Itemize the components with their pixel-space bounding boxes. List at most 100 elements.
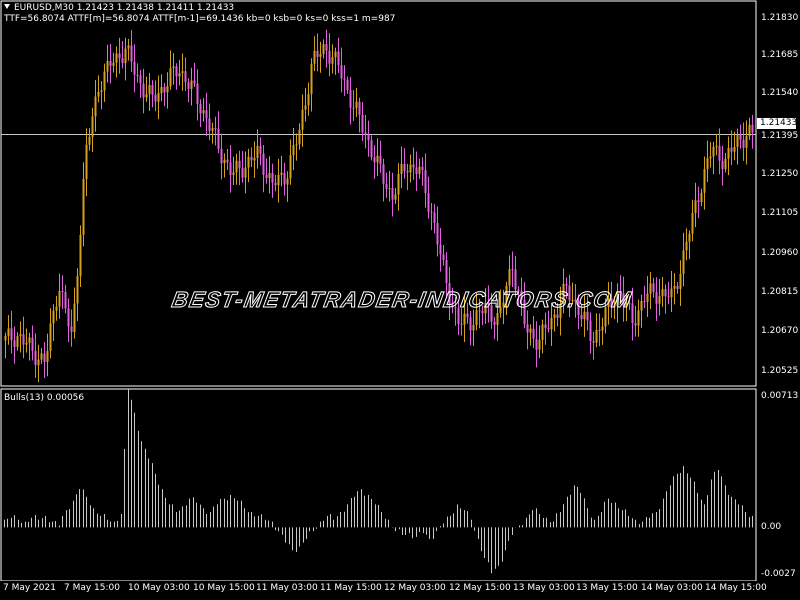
candle-body [463,313,466,325]
candle-body [229,162,232,176]
candle-body [412,164,415,168]
bulls-indicator-chart[interactable] [0,388,800,600]
candle-body [202,110,205,114]
candle-body [337,51,340,66]
candle-body [244,167,247,178]
candle-body [103,71,106,91]
candle-body [415,167,418,175]
candle-body [283,172,286,185]
candle-body [16,336,19,348]
candle-body [688,233,691,242]
candle-body [217,128,220,149]
ttf-indicator-readout: TTF=56.8074 ATTF[m]=56.8074 ATTF[m-1]=69… [4,14,396,24]
candle-body [13,340,16,348]
candle-body [157,93,160,102]
candle-body [79,234,82,277]
candle-body [295,144,298,146]
candle-body [541,324,544,340]
candle-body [130,45,133,62]
candle-body [88,136,91,145]
time-axis-label: 11 May 15:00 [320,583,382,593]
candle-body [751,124,754,133]
candle-body [7,328,10,336]
chart-window[interactable]: EURUSD,M30 1.21423 1.21438 1.21411 1.214… [0,0,800,600]
candle-body [193,80,196,84]
symbol-quote-line: EURUSD,M30 1.21423 1.21438 1.21411 1.214… [14,3,235,13]
candle-body [19,334,22,337]
candle-body [469,317,472,331]
candle-body [733,146,736,152]
candle-body [589,320,592,342]
candle-body [247,156,250,168]
candle-body [28,337,31,343]
candle-body [349,90,352,108]
candle-body [316,50,319,57]
candle-body [358,101,361,115]
candle-body [367,134,370,141]
candle-body [25,342,28,345]
price-axis-label: 1.21105 [761,208,799,218]
indicator-pane-border [0,388,757,582]
time-axis-label: 14 May 03:00 [641,583,703,593]
candle-body [280,172,283,175]
candle-body [601,326,604,331]
candle-body [526,324,529,333]
candle-body [718,145,721,161]
candle-body [184,71,187,83]
candle-body [34,350,37,366]
candle-body [286,178,289,185]
candle-body [22,334,25,345]
candle-body [220,148,223,164]
candle-body [277,174,280,186]
candle-body [508,269,511,286]
candle-body [271,173,274,183]
candle-body [595,329,598,343]
candle-body [160,86,163,94]
candle-body [100,90,103,93]
candle-body [715,145,718,147]
candle-body [148,84,151,95]
time-axis-label: 12 May 03:00 [384,583,446,593]
candle-body [289,155,292,179]
price-axis-label: 1.21250 [761,169,799,179]
candle-body [121,58,124,64]
price-axis-label: 1.20525 [761,366,799,376]
watermark-text: BEST-METATRADER-INDICATORS.COM [170,287,634,312]
candle-body [319,54,322,57]
price-axis-label: 1.21830 [761,13,799,23]
candle-body [262,153,265,175]
candle-body [304,105,307,110]
candle-body [742,139,745,148]
candle-body [298,129,301,145]
candle-body [553,314,556,318]
candle-body [706,158,709,170]
indicator-title: Bulls(13) 0.00056 [4,393,85,403]
candle-body [385,183,388,189]
candle-body [694,200,697,214]
candle-body [364,132,367,135]
candle-body [91,116,94,137]
candle-body [94,96,97,117]
candle-body [142,83,145,98]
price-chart[interactable] [0,0,800,388]
candle-body [256,145,259,158]
candle-body [175,66,178,77]
candle-body [127,45,130,49]
candle-body [181,71,184,74]
candle-body [31,337,34,351]
candle-body [334,51,337,58]
candle-body [190,80,193,89]
candle-body [556,314,559,318]
candle-body [400,163,403,174]
candle-body [115,53,118,63]
candle-body [139,75,142,84]
candle-body [403,163,406,171]
candle-body [682,250,685,274]
candle-body [724,158,727,170]
time-axis-label: 13 May 15:00 [576,583,638,593]
candle-body [241,168,244,178]
collapse-triangle-icon[interactable] [4,4,10,9]
candle-body [136,74,139,76]
candle-body [745,136,748,148]
candle-body [118,53,121,59]
